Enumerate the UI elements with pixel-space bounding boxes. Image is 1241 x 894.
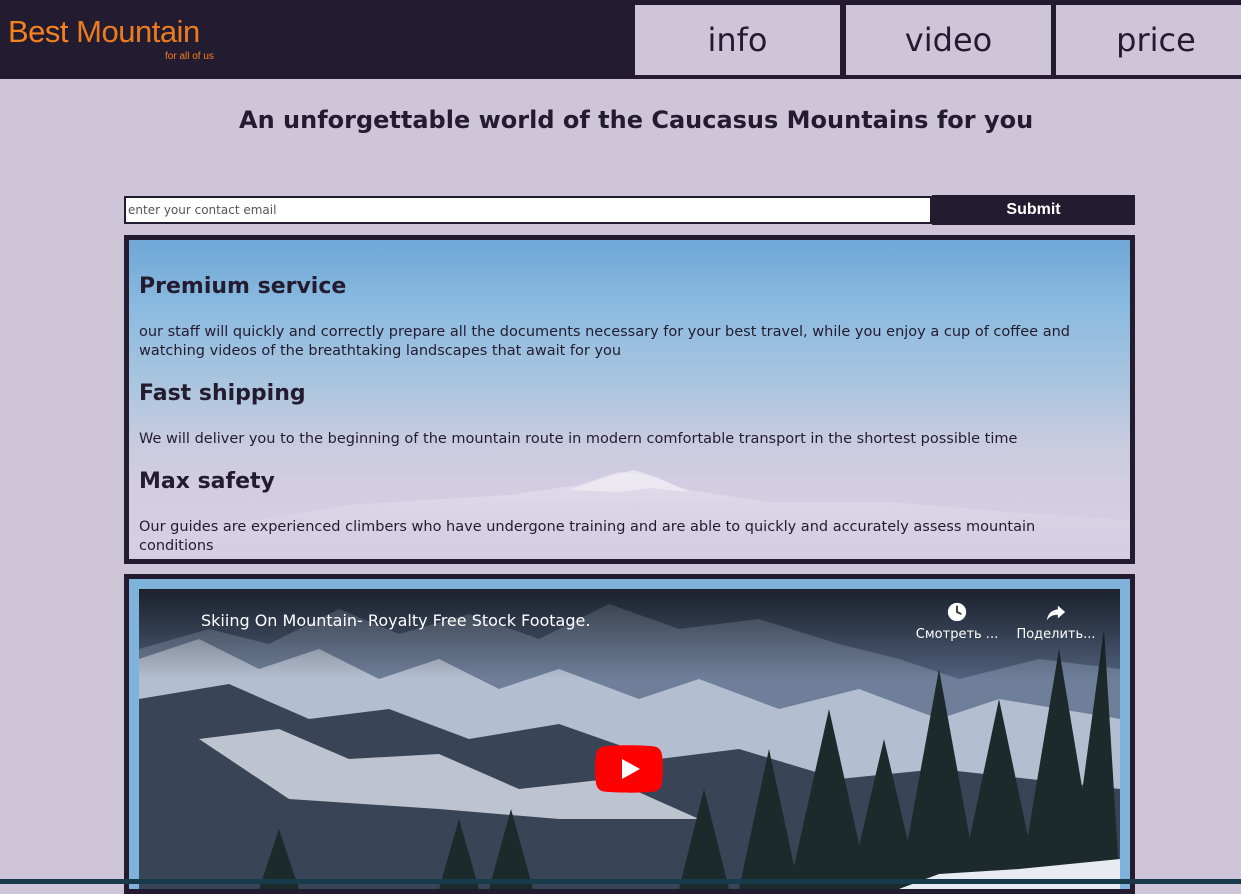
logo[interactable]: Best Mountain for all of us <box>8 16 214 62</box>
logo-text: Best Mountain <box>8 16 200 47</box>
nav-info-button[interactable]: info <box>635 5 840 75</box>
share-button[interactable]: Поделить... <box>1011 601 1101 642</box>
watch-later-label: Смотреть ... <box>915 627 999 642</box>
feature-title: Premium service <box>139 274 347 299</box>
share-icon <box>1046 605 1066 621</box>
submit-button[interactable]: Submit <box>932 195 1135 225</box>
logo-word-best: Best <box>8 14 69 49</box>
share-label: Поделить... <box>1016 627 1096 642</box>
nav-video-button[interactable]: video <box>846 5 1051 75</box>
bottom-divider <box>0 879 1241 884</box>
feature-title: Max safety <box>139 469 275 494</box>
email-input[interactable] <box>124 196 932 224</box>
logo-word-mountain: Mountain <box>76 14 200 49</box>
video-title[interactable]: Skiing On Mountain- Royalty Free Stock F… <box>201 611 590 630</box>
video-player[interactable]: Skiing On Mountain- Royalty Free Stock F… <box>139 589 1120 889</box>
feature-title: Fast shipping <box>139 381 306 406</box>
clock-icon <box>947 602 967 622</box>
site-header: Best Mountain for all of us info video p… <box>0 0 1241 79</box>
page-headline: An unforgettable world of the Caucasus M… <box>239 106 1034 134</box>
logo-tagline: for all of us <box>165 51 214 62</box>
feature-text: We will deliver you to the beginning of … <box>139 431 1018 447</box>
nav-price-button[interactable]: price <box>1056 5 1241 75</box>
play-icon[interactable] <box>595 745 663 793</box>
features-panel: Premium service our staff will quickly a… <box>124 235 1135 564</box>
feature-text: our staff will quickly and correctly pre… <box>139 324 1070 359</box>
feature-text: Our guides are experienced climbers who … <box>139 519 1036 554</box>
watch-later-button[interactable]: Смотреть ... <box>912 601 1002 642</box>
video-panel: Skiing On Mountain- Royalty Free Stock F… <box>124 574 1135 894</box>
